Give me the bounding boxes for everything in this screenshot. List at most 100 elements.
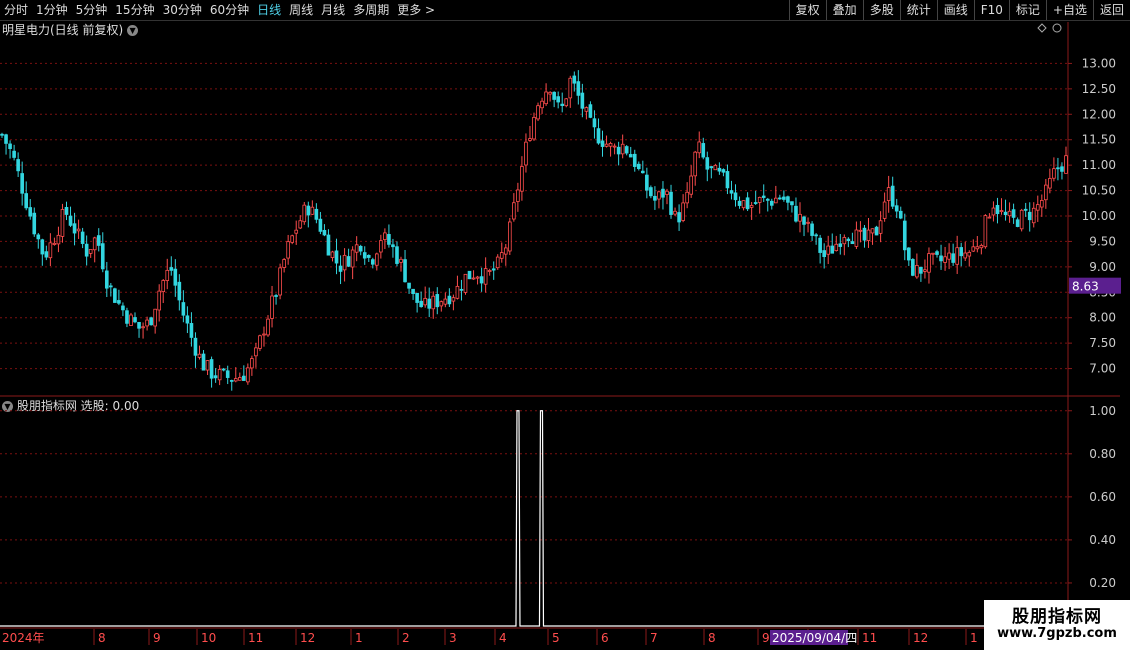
candle-body — [56, 234, 61, 245]
month-label: 11 — [862, 631, 877, 645]
candle-body — [806, 221, 810, 224]
candle-body — [822, 250, 826, 258]
candle-body — [463, 273, 468, 293]
candle-body — [681, 202, 685, 221]
candle-body — [1027, 211, 1032, 221]
candle-body — [697, 141, 702, 154]
candle-body — [274, 295, 278, 297]
candle-body — [435, 294, 440, 308]
candle-body — [169, 267, 174, 271]
candle-body — [233, 378, 238, 382]
price-tick-label: 9.00 — [1089, 260, 1116, 274]
candle-body — [528, 138, 532, 141]
candle-body — [52, 242, 57, 245]
candle-body — [636, 163, 641, 170]
candle-body — [850, 241, 855, 245]
candle-body — [870, 228, 875, 234]
candle-body — [596, 128, 601, 144]
candle-body — [427, 298, 432, 309]
candle-body — [294, 229, 299, 234]
candle-body — [995, 204, 1000, 215]
indicator-tick-label: 0.40 — [1089, 533, 1116, 547]
price-tick-label: 7.00 — [1089, 362, 1116, 376]
candle-body — [943, 256, 947, 263]
candle-body — [1011, 209, 1016, 218]
candle-body — [76, 228, 81, 232]
candle-body — [632, 153, 637, 167]
candle-body — [931, 252, 935, 255]
candle-body — [798, 213, 802, 222]
month-label: 9 — [153, 631, 161, 645]
candle-body — [1003, 211, 1008, 216]
candle-body — [858, 229, 863, 232]
candle-body — [814, 234, 818, 237]
candle-body — [350, 249, 355, 268]
candle-body — [100, 243, 105, 270]
candle-body — [1060, 166, 1064, 172]
candle-body — [391, 244, 395, 248]
candle-body — [431, 295, 436, 310]
candle-body — [536, 105, 540, 120]
candle-body — [886, 187, 891, 201]
candle-body — [999, 210, 1004, 213]
candle-body — [906, 247, 911, 261]
candle-body — [818, 237, 822, 253]
candle-body — [201, 353, 206, 371]
candle-body — [258, 335, 262, 349]
month-label: 5 — [552, 631, 560, 645]
candle-body — [1052, 168, 1056, 179]
candle-body — [987, 216, 992, 219]
candle-body — [991, 207, 996, 216]
candle-body — [544, 91, 548, 105]
candle-body — [600, 140, 605, 147]
candle-body — [866, 229, 871, 241]
watermark: 股朋指标网 www.7gpzb.com — [984, 600, 1130, 650]
candle-body — [769, 200, 774, 206]
candle-body — [491, 268, 496, 271]
candle-body — [616, 146, 621, 155]
candle-body — [971, 246, 976, 252]
month-label: 2 — [402, 631, 410, 645]
candle-body — [786, 196, 790, 203]
price-tick-label: 10.00 — [1082, 209, 1116, 223]
candle-body — [60, 209, 65, 237]
watermark-url: www.7gpzb.com — [997, 626, 1117, 641]
candle-body — [520, 166, 524, 192]
candle-body — [782, 196, 786, 200]
candle-body — [608, 142, 613, 147]
candle-body — [620, 143, 625, 155]
indicator-tick-label: 0.20 — [1089, 576, 1116, 590]
candle-body — [661, 188, 665, 198]
candle-body — [584, 107, 589, 112]
candle-body — [979, 245, 984, 249]
month-label: 1 — [970, 631, 978, 645]
candle-body — [28, 207, 33, 217]
candle-body — [229, 380, 234, 382]
candle-body — [1023, 208, 1028, 211]
price-tick-label: 11.50 — [1082, 133, 1116, 147]
candle-body — [306, 205, 311, 216]
candle-body — [693, 151, 698, 177]
candle-body — [278, 267, 282, 296]
price-tick-label: 12.00 — [1082, 107, 1116, 121]
candle-body — [366, 254, 371, 258]
candle-body — [407, 282, 411, 289]
candle-body — [383, 232, 387, 240]
candle-body — [354, 244, 359, 253]
candle-body — [713, 165, 718, 171]
candle-body — [423, 297, 427, 306]
kline-chart[interactable]: 7.007.508.008.509.009.5010.0010.5011.001… — [0, 0, 1130, 650]
candle-body — [242, 375, 246, 381]
candle-body — [189, 323, 194, 338]
candle-body — [975, 246, 980, 250]
candle-body — [177, 281, 182, 301]
candle-body — [894, 205, 899, 212]
candle-body — [689, 175, 693, 195]
candle-body — [237, 377, 242, 381]
candle-body — [733, 192, 738, 201]
candle-body — [399, 258, 403, 263]
month-label: 10 — [201, 631, 216, 645]
candle-body — [64, 206, 69, 215]
candle-body — [96, 235, 101, 246]
candle-body — [221, 368, 226, 371]
